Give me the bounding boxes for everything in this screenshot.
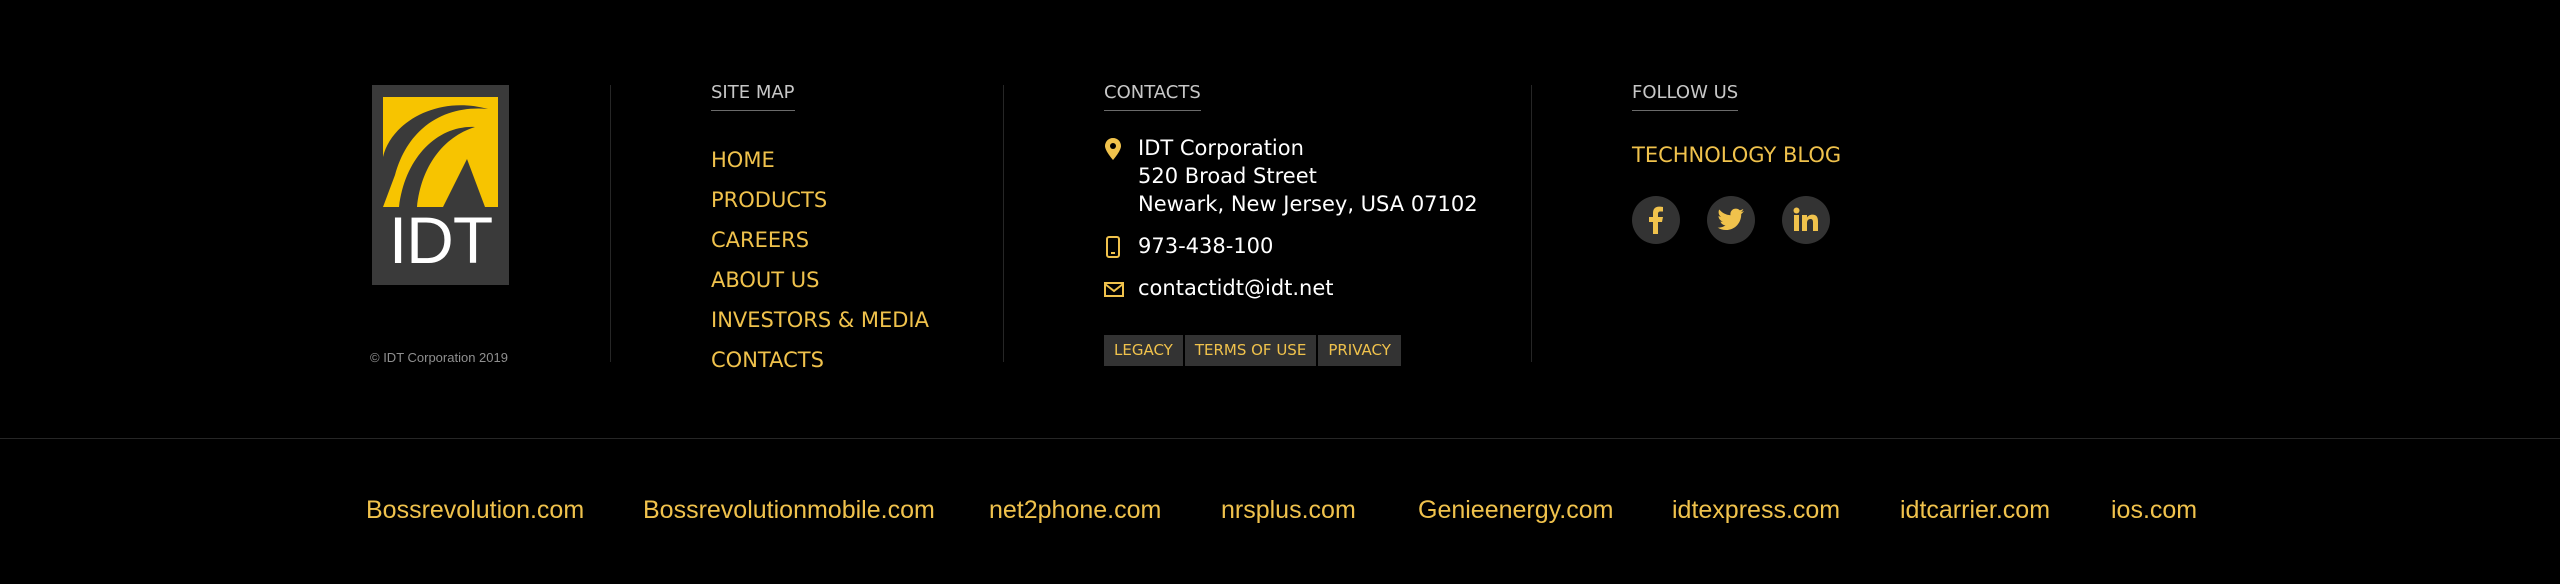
column-divider (610, 85, 611, 362)
twitter-icon[interactable] (1707, 196, 1755, 244)
logo-wordmark: IDT (388, 203, 493, 277)
city-address: Newark, New Jersey, USA 07102 (1138, 192, 1478, 216)
site-link-ios[interactable]: ios.com (2111, 495, 2197, 525)
nav-link-careers[interactable]: CAREERS (711, 220, 929, 260)
site-map-list: HOME PRODUCTS CAREERS ABOUT US INVESTORS… (711, 140, 929, 380)
email-link[interactable]: contactidt@idt.net (1138, 274, 1334, 302)
nav-link-contacts[interactable]: CONTACTS (711, 340, 929, 380)
column-divider (1003, 85, 1004, 362)
site-link-bossrevolution[interactable]: Bossrevolution.com (366, 495, 584, 525)
email-row: contactidt@idt.net (1104, 274, 1334, 302)
site-link-genieenergy[interactable]: Genieenergy.com (1418, 495, 1613, 525)
site-link-idtcarrier[interactable]: idtcarrier.com (1900, 495, 2050, 525)
idt-logo[interactable]: IDT (372, 85, 509, 285)
nav-link-investors-media[interactable]: INVESTORS & MEDIA (711, 300, 929, 340)
site-map-title: SITE MAP (711, 80, 795, 111)
phone-number[interactable]: 973-438-100 (1138, 232, 1273, 260)
legacy-link[interactable]: LEGACY (1104, 335, 1183, 366)
legal-links: LEGACY TERMS OF USE PRIVACY (1104, 335, 1401, 366)
partner-sites: Bossrevolution.com Bossrevolutionmobile.… (0, 495, 2560, 525)
company-name: IDT Corporation (1138, 136, 1304, 160)
nav-link-about-us[interactable]: ABOUT US (711, 260, 929, 300)
site-link-net2phone[interactable]: net2phone.com (989, 495, 1161, 525)
mail-icon (1104, 278, 1124, 300)
copyright-text: © IDT Corporation 2019 (370, 350, 508, 365)
idt-logo-icon (383, 97, 498, 207)
privacy-link[interactable]: PRIVACY (1318, 335, 1401, 366)
nav-link-products[interactable]: PRODUCTS (711, 180, 929, 220)
contacts-title: CONTACTS (1104, 80, 1201, 111)
site-link-nrsplus[interactable]: nrsplus.com (1221, 495, 1356, 525)
footer-separator (0, 438, 2560, 439)
facebook-icon[interactable] (1632, 196, 1680, 244)
terms-of-use-link[interactable]: TERMS OF USE (1184, 335, 1317, 366)
linkedin-icon[interactable] (1782, 196, 1830, 244)
phone-icon (1104, 236, 1124, 258)
street-address: 520 Broad Street (1138, 164, 1317, 188)
site-link-bossrevolutionmobile[interactable]: Bossrevolutionmobile.com (643, 495, 935, 525)
address-block: IDT Corporation 520 Broad Street Newark,… (1104, 134, 1478, 218)
follow-us-title: FOLLOW US (1632, 80, 1739, 111)
column-divider (1531, 85, 1532, 362)
location-pin-icon (1104, 138, 1124, 160)
site-link-idtexpress[interactable]: idtexpress.com (1672, 495, 1840, 525)
phone-row: 973-438-100 (1104, 232, 1273, 260)
technology-blog-link[interactable]: TECHNOLOGY BLOG (1632, 140, 1841, 170)
nav-link-home[interactable]: HOME (711, 140, 929, 180)
